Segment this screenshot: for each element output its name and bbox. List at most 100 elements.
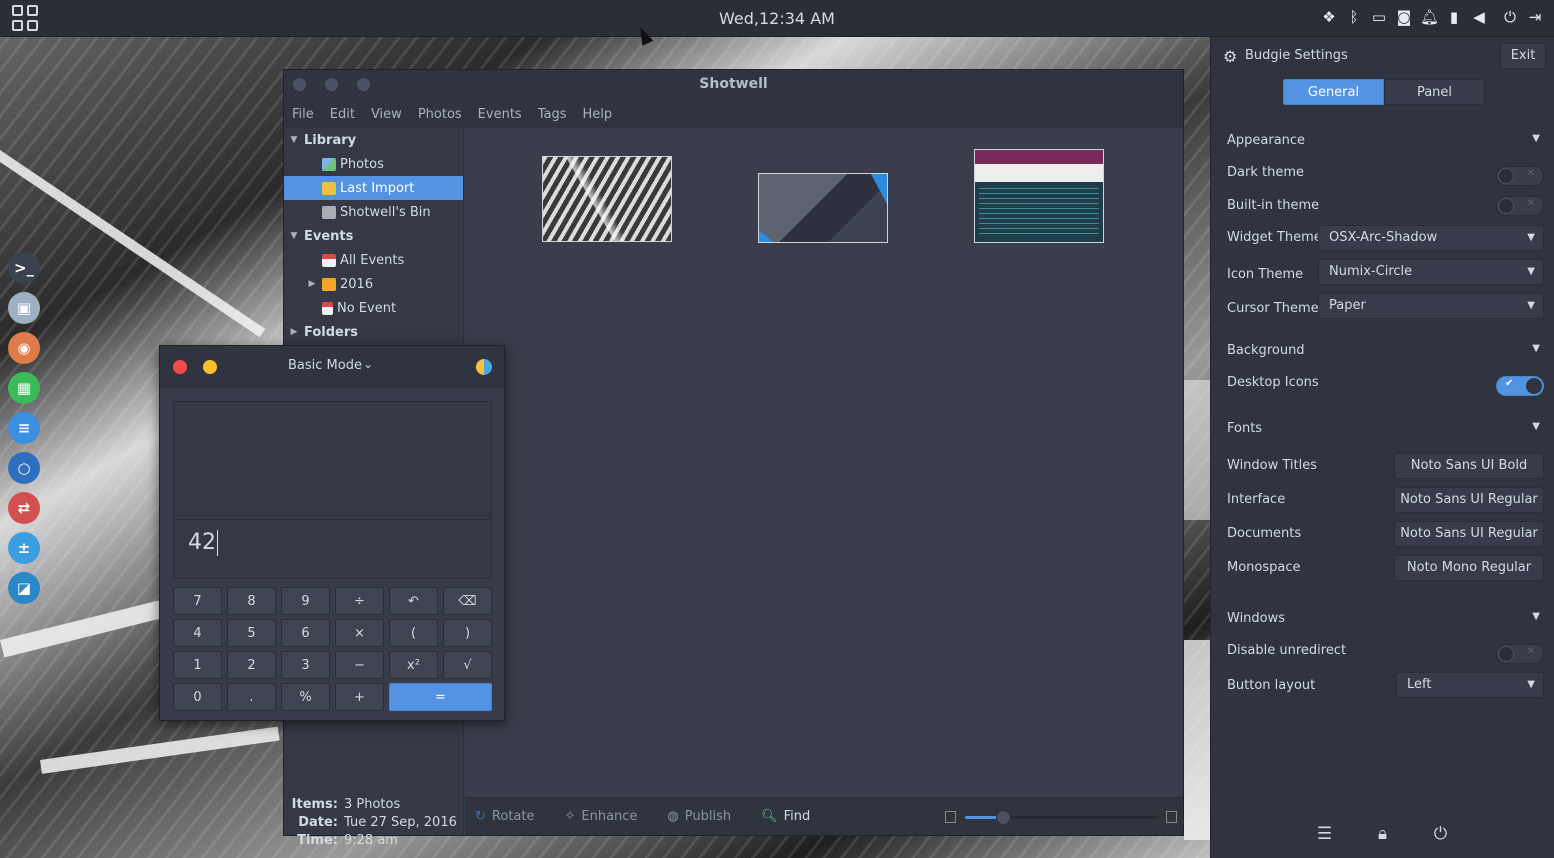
- dock-media-icon[interactable]: ◉: [8, 332, 40, 364]
- minimize-icon[interactable]: [203, 360, 217, 374]
- app-menu-icon[interactable]: [12, 5, 42, 33]
- photo-thumbnail[interactable]: [974, 149, 1104, 243]
- enhance-button[interactable]: ✧ Enhance: [564, 809, 637, 824]
- key-equals[interactable]: =: [389, 683, 492, 711]
- find-button[interactable]: 🔍︎ Find: [761, 809, 810, 824]
- photo-thumbnail[interactable]: [542, 156, 672, 242]
- dropbox-icon[interactable]: ❖: [1320, 8, 1338, 26]
- dock-photos-icon[interactable]: ◪: [8, 572, 40, 604]
- settings-icon[interactable]: [476, 359, 492, 375]
- chevron-down-icon[interactable]: ▼: [1532, 343, 1540, 354]
- dock-browser-icon[interactable]: ○: [8, 452, 40, 484]
- zoom-in-icon[interactable]: [1166, 811, 1177, 823]
- sidebar-item-no-event[interactable]: No Event: [284, 296, 463, 320]
- key-9[interactable]: 9: [281, 587, 330, 615]
- collapse-arrow-icon[interactable]: ▶: [288, 327, 300, 337]
- cursor-theme-select[interactable]: Paper ▼: [1318, 293, 1544, 319]
- lock-icon[interactable]: 🔒︎: [1373, 824, 1393, 850]
- menu-help[interactable]: Help: [582, 107, 612, 122]
- key-plus[interactable]: +: [335, 683, 384, 711]
- section-background[interactable]: Background ▼: [1227, 343, 1544, 363]
- mode-selector[interactable]: Basic Mode: [288, 358, 362, 373]
- menu-edit[interactable]: Edit: [330, 107, 355, 122]
- section-fonts[interactable]: Fonts ▼: [1227, 421, 1544, 441]
- tab-panel[interactable]: Panel: [1384, 79, 1485, 105]
- section-windows[interactable]: Windows ▼: [1227, 611, 1544, 631]
- key-0[interactable]: 0: [173, 683, 222, 711]
- power-icon[interactable]: ⏻: [1501, 8, 1519, 26]
- calculator-header[interactable]: Basic Mode ⌄: [160, 346, 504, 388]
- key-undo[interactable]: ↶: [389, 587, 438, 615]
- close-icon[interactable]: [173, 360, 187, 374]
- photo-thumbnail[interactable]: [758, 173, 888, 243]
- dock-document-icon[interactable]: ≡: [8, 412, 40, 444]
- chevron-down-icon[interactable]: ▼: [1532, 133, 1540, 144]
- collapse-arrow-icon[interactable]: ▶: [306, 279, 318, 289]
- documents-font-button[interactable]: Noto Sans UI Regular: [1394, 521, 1544, 547]
- zoom-handle[interactable]: [996, 810, 1011, 825]
- publish-button[interactable]: ◍ Publish: [667, 809, 731, 824]
- sidebar-item-photos[interactable]: Photos: [284, 152, 463, 176]
- shotwell-titlebar[interactable]: Shotwell: [284, 70, 1183, 100]
- icon-theme-select[interactable]: Numix-Circle ▼: [1318, 259, 1544, 285]
- key-sqrt[interactable]: √: [443, 651, 492, 679]
- key-5[interactable]: 5: [227, 619, 276, 647]
- chevron-down-icon[interactable]: ▼: [1532, 421, 1540, 432]
- disable-unredirect-toggle[interactable]: ✕: [1496, 644, 1544, 664]
- desktop-icons-toggle[interactable]: ✔: [1496, 376, 1544, 396]
- volume-icon[interactable]: ◀︎: [1470, 8, 1488, 26]
- button-layout-select[interactable]: Left ▼: [1396, 672, 1544, 698]
- sidebar-folders[interactable]: ▶ Folders: [284, 320, 463, 344]
- sidebar-item-trash[interactable]: Shotwell's Bin: [284, 200, 463, 224]
- key-4[interactable]: 4: [173, 619, 222, 647]
- tab-general[interactable]: General: [1283, 79, 1384, 105]
- chevron-down-icon[interactable]: ⌄: [363, 357, 373, 371]
- dock-terminal-icon[interactable]: >_: [8, 252, 40, 284]
- key-decimal[interactable]: .: [227, 683, 276, 711]
- logout-icon[interactable]: ⇥: [1526, 8, 1544, 26]
- menu-events[interactable]: Events: [478, 107, 522, 122]
- sliders-icon[interactable]: ☰: [1315, 824, 1335, 850]
- key-close-paren[interactable]: ): [443, 619, 492, 647]
- key-divide[interactable]: ÷: [335, 587, 384, 615]
- interface-font-button[interactable]: Noto Sans UI Regular: [1394, 487, 1544, 513]
- calculator-input[interactable]: 42: [174, 520, 491, 566]
- widget-theme-select[interactable]: OSX-Arc-Shadow ▼: [1318, 225, 1544, 251]
- sidebar-item-2016[interactable]: ▶ 2016: [284, 272, 463, 296]
- sidebar-events[interactable]: ▼ Events: [284, 224, 463, 248]
- expand-arrow-icon[interactable]: ▼: [288, 231, 300, 241]
- window-titles-font-button[interactable]: Noto Sans UI Bold: [1394, 453, 1544, 479]
- bluetooth-icon[interactable]: ᛒ: [1345, 8, 1363, 26]
- zoom-slider[interactable]: [945, 810, 1177, 825]
- zoom-out-icon[interactable]: [945, 811, 956, 823]
- rotate-button[interactable]: ↻ Rotate: [475, 809, 534, 824]
- key-backspace[interactable]: ⌫: [443, 587, 492, 615]
- clock[interactable]: Wed,12:34 AM: [690, 9, 864, 28]
- sidebar-library[interactable]: ▼ Library: [284, 128, 463, 152]
- dock-toggles-icon[interactable]: ⇄: [8, 492, 40, 524]
- key-3[interactable]: 3: [281, 651, 330, 679]
- power-icon[interactable]: ⏻: [1431, 824, 1451, 850]
- section-appearance[interactable]: Appearance ▼: [1227, 133, 1544, 153]
- dark-theme-toggle[interactable]: ✕: [1496, 166, 1544, 186]
- key-percent[interactable]: %: [281, 683, 330, 711]
- key-1[interactable]: 1: [173, 651, 222, 679]
- builtin-theme-toggle[interactable]: ✕: [1496, 196, 1544, 216]
- dock-calculator-icon[interactable]: ±: [8, 532, 40, 564]
- dock-file-manager-icon[interactable]: ▣: [8, 292, 40, 324]
- key-6[interactable]: 6: [281, 619, 330, 647]
- key-7[interactable]: 7: [173, 587, 222, 615]
- expand-arrow-icon[interactable]: ▼: [288, 135, 300, 145]
- key-minus[interactable]: −: [335, 651, 384, 679]
- menu-tags[interactable]: Tags: [538, 107, 567, 122]
- menu-photos[interactable]: Photos: [418, 107, 462, 122]
- key-8[interactable]: 8: [227, 587, 276, 615]
- notification-icon[interactable]: 🔔︎: [1420, 8, 1439, 26]
- key-2[interactable]: 2: [227, 651, 276, 679]
- chevron-down-icon[interactable]: ▼: [1532, 611, 1540, 622]
- monospace-font-button[interactable]: Noto Mono Regular: [1394, 555, 1544, 581]
- menu-view[interactable]: View: [371, 107, 402, 122]
- caffeine-icon[interactable]: ◙: [1395, 8, 1413, 26]
- sidebar-item-last-import[interactable]: Last Import: [284, 176, 463, 200]
- dock-spreadsheet-icon[interactable]: ▦: [8, 372, 40, 404]
